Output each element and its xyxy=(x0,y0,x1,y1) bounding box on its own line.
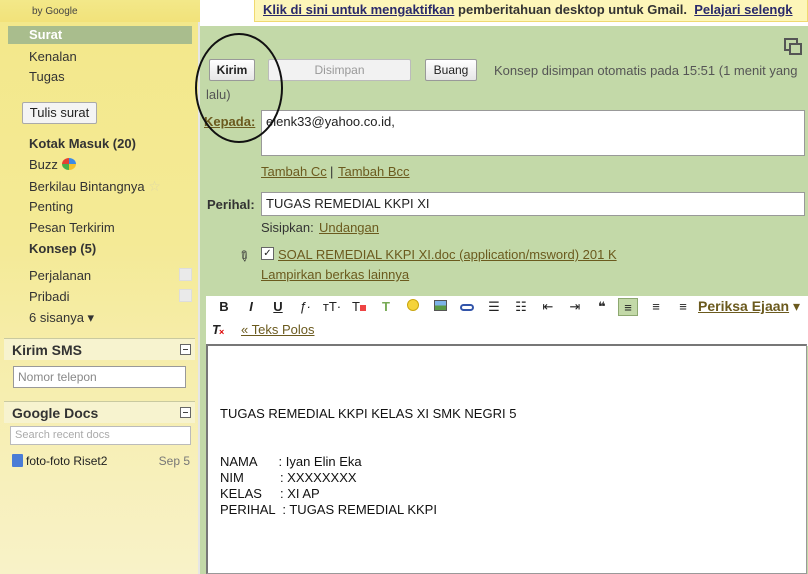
text-color-icon[interactable]: T xyxy=(349,298,369,316)
nav-more-labels[interactable]: 6 sisanya ▾ xyxy=(29,310,94,326)
collapse-icon[interactable] xyxy=(180,407,191,418)
paperclip-icon: ✎ xyxy=(234,246,254,267)
message-body-editor[interactable]: TUGAS REMEDIAL KKPI KELAS XI SMK NEGRI 5… xyxy=(206,344,807,574)
nav-starred-label: Berkilau Bintangnya xyxy=(29,179,145,194)
sidebar: Surat Kenalan Tugas Tulis surat Kotak Ma… xyxy=(0,22,198,574)
format-toolbar: B I U ƒ· тT· T T ☰ ☷ ⇤ ⇥ ❝ ≡ ≡ ≡ Periksa… xyxy=(206,296,808,346)
compose-panel: Kirim Disimpan Buang Konsep disimpan oto… xyxy=(200,26,808,574)
nav-tasks[interactable]: Tugas xyxy=(29,69,65,84)
discard-button[interactable]: Buang xyxy=(425,59,477,81)
body-line-name: NAMA : Iyan Elin Eka xyxy=(220,454,362,469)
invitation-link[interactable]: Undangan xyxy=(319,220,379,235)
cc-bcc-separator: | xyxy=(330,164,334,179)
buzz-icon xyxy=(61,158,76,170)
align-center-icon[interactable]: ≡ xyxy=(646,298,666,316)
link-icon[interactable] xyxy=(457,298,477,316)
insert-label: Sisipkan: xyxy=(261,220,314,235)
nav-starred[interactable]: Berkilau Bintangnya ☆ xyxy=(29,178,161,195)
collapse-icon[interactable] xyxy=(180,344,191,355)
attachment-checkbox[interactable]: ✓ xyxy=(261,247,274,260)
body-line-class: KELAS : XI AP xyxy=(220,486,320,501)
nav-label-trip[interactable]: Perjalanan xyxy=(29,268,91,283)
add-bcc-link[interactable]: Tambah Bcc xyxy=(338,164,410,179)
subject-label: Perihal: xyxy=(207,197,255,212)
attachment-link[interactable]: SOAL REMEDIAL KKPI XI.doc (application/m… xyxy=(278,247,617,262)
subject-field[interactable]: TUGAS REMEDIAL KKPI XI xyxy=(261,192,805,216)
add-cc-link[interactable]: Tambah Cc xyxy=(261,164,327,179)
emoji-icon[interactable] xyxy=(403,298,423,316)
notification-text: pemberitahuan desktop untuk Gmail. xyxy=(454,2,688,17)
document-icon xyxy=(12,454,23,467)
learn-more-link[interactable]: Pelajari selengk xyxy=(694,2,792,17)
remove-formatting-icon[interactable]: T xyxy=(212,322,224,337)
send-button[interactable]: Kirim xyxy=(209,59,255,81)
nav-sent[interactable]: Pesan Terkirim xyxy=(29,220,115,235)
compose-button[interactable]: Tulis surat xyxy=(22,102,97,124)
spellcheck-link[interactable]: Periksa Ejaan ▾ xyxy=(698,298,800,315)
gmail-logo[interactable]: by Google xyxy=(0,0,200,22)
logo-subtitle: by Google xyxy=(32,6,78,17)
nav-buzz-label: Buzz xyxy=(29,157,58,172)
enable-notifications-link[interactable]: Klik di sini untuk mengaktifkan xyxy=(263,2,454,17)
nav-contacts[interactable]: Kenalan xyxy=(29,49,77,64)
nav-label-personal[interactable]: Pribadi xyxy=(29,289,69,304)
nav-important[interactable]: Penting xyxy=(29,199,73,214)
star-icon: ☆ xyxy=(148,178,161,194)
nav-drafts[interactable]: Konsep (5) xyxy=(29,241,96,256)
docs-panel-header: Google Docs xyxy=(4,401,195,423)
align-left-icon[interactable]: ≡ xyxy=(618,298,638,316)
font-size-button[interactable]: тT· xyxy=(322,298,342,316)
image-icon[interactable] xyxy=(430,298,450,316)
nav-buzz[interactable]: Buzz xyxy=(29,157,76,172)
sms-panel-title: Kirim SMS xyxy=(12,342,83,358)
recent-doc-item[interactable]: foto-foto Riset2 Sep 5 xyxy=(12,454,192,472)
saved-button: Disimpan xyxy=(268,59,411,81)
blockquote-icon[interactable]: ❝ xyxy=(592,298,612,316)
nav-mail[interactable]: Surat xyxy=(8,26,192,44)
to-field[interactable]: elenk33@yahoo.co.id, xyxy=(261,110,805,156)
notification-bar: Klik di sini untuk mengaktifkan pemberit… xyxy=(254,0,808,22)
phone-number-input[interactable]: Nomor telepon xyxy=(13,366,186,388)
underline-button[interactable]: U xyxy=(268,298,288,316)
body-line-subject: PERIHAL : TUGAS REMEDIAL KKPI xyxy=(220,502,437,517)
docs-panel-title: Google Docs xyxy=(12,405,99,421)
docs-search-input[interactable]: Search recent docs xyxy=(10,426,191,445)
italic-button[interactable]: I xyxy=(241,298,261,316)
body-line-title: TUGAS REMEDIAL KKPI KELAS XI SMK NEGRI 5 xyxy=(220,406,517,421)
plain-text-link[interactable]: « Teks Polos xyxy=(241,322,314,337)
nav-inbox[interactable]: Kotak Masuk (20) xyxy=(29,136,136,151)
doc-name: foto-foto Riset2 xyxy=(26,454,108,468)
align-right-icon[interactable]: ≡ xyxy=(673,298,693,316)
numbered-list-icon[interactable]: ☰ xyxy=(484,298,504,316)
font-button[interactable]: ƒ· xyxy=(295,298,315,316)
bold-button[interactable]: B xyxy=(214,298,234,316)
body-line-nim: NIM : XXXXXXXX xyxy=(220,470,357,485)
highlight-icon[interactable]: T xyxy=(376,298,396,316)
doc-date: Sep 5 xyxy=(158,454,190,468)
autosave-status: Konsep disimpan otomatis pada 15:51 (1 m… xyxy=(494,63,798,78)
label-color-swatch[interactable] xyxy=(179,268,192,281)
popout-icon[interactable] xyxy=(784,38,802,55)
attach-more-link[interactable]: Lampirkan berkas lainnya xyxy=(261,267,409,282)
spellcheck-label: Periksa Ejaan xyxy=(698,298,790,314)
indent-icon[interactable]: ⇥ xyxy=(565,298,585,316)
bulleted-list-icon[interactable]: ☷ xyxy=(511,298,531,316)
outdent-icon[interactable]: ⇤ xyxy=(538,298,558,316)
label-color-swatch[interactable] xyxy=(179,289,192,302)
to-label[interactable]: Kepada: xyxy=(204,114,255,129)
autosave-status-cont: lalu) xyxy=(206,87,231,102)
sms-panel-header: Kirim SMS xyxy=(4,338,195,360)
